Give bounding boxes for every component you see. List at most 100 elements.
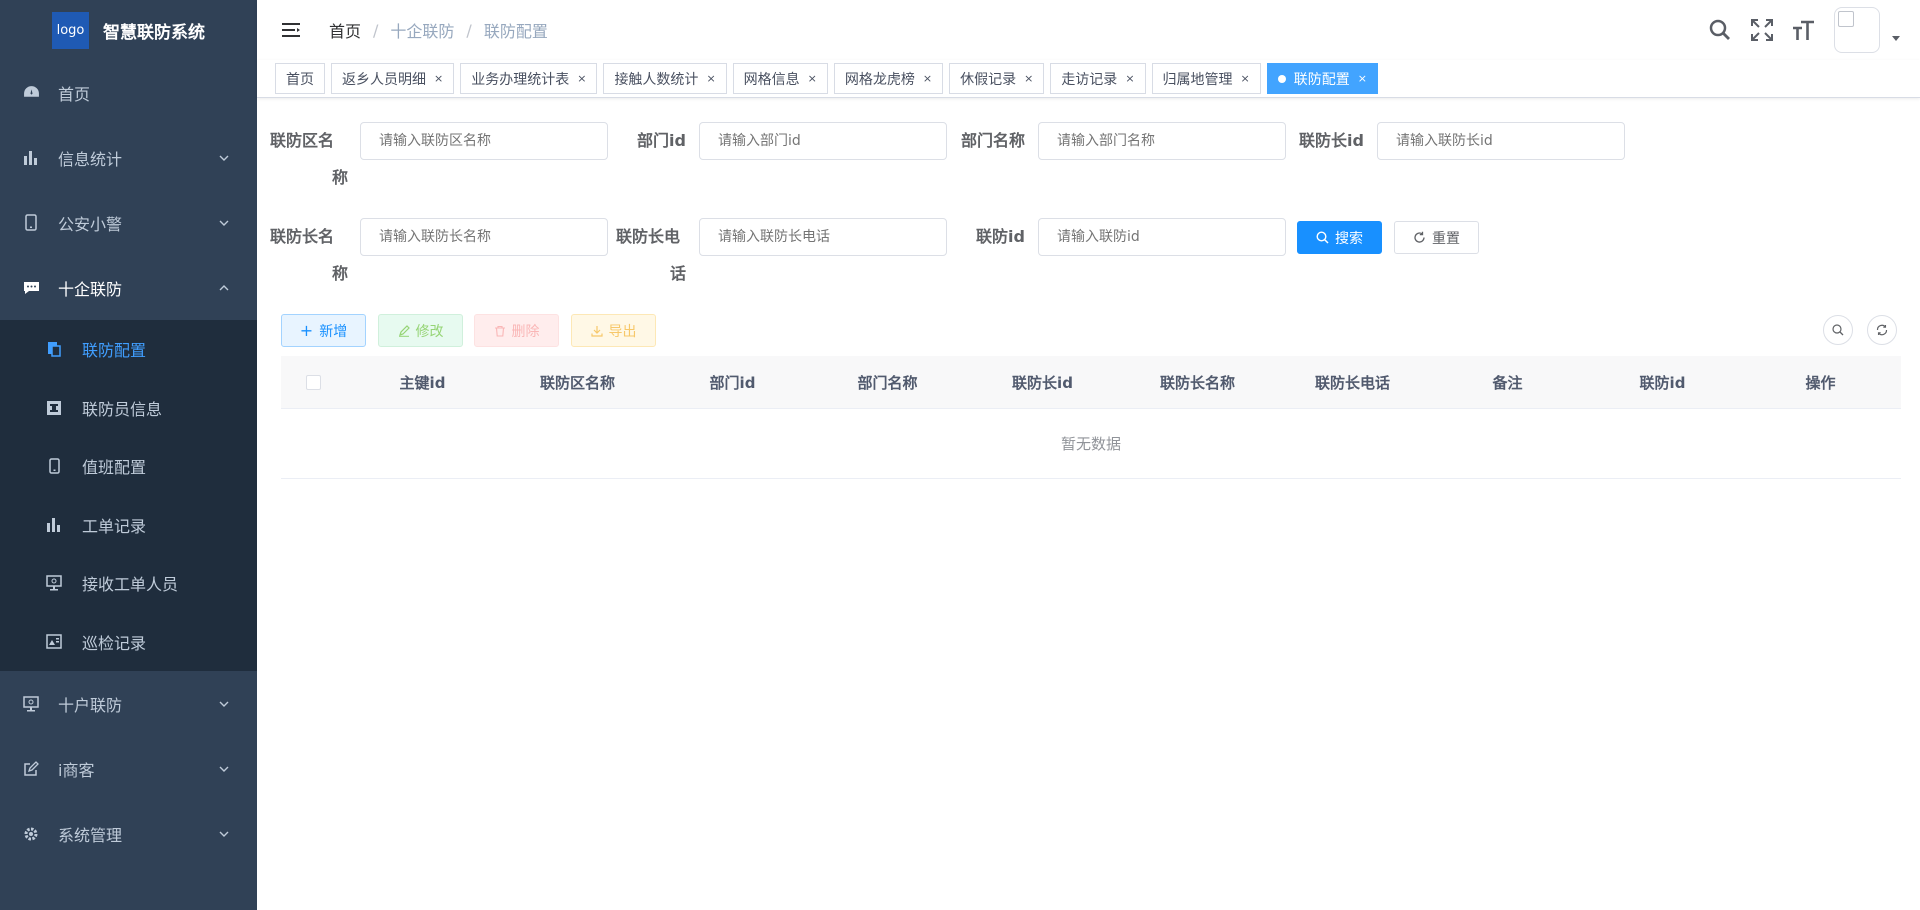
dept-name-input[interactable]: [1038, 122, 1286, 160]
image-icon: [46, 634, 62, 650]
tag-leave-records[interactable]: 休假记录 ×: [949, 63, 1045, 94]
dashboard-icon: [22, 84, 40, 102]
sidebar-item-label: 公安小警: [58, 214, 123, 234]
search-button[interactable]: 搜索: [1297, 221, 1382, 254]
button-label: 导出: [608, 323, 637, 340]
close-icon[interactable]: ×: [577, 72, 586, 85]
submenu-item-label: 值班配置: [82, 458, 147, 478]
sidebar-item-system[interactable]: 系统管理: [0, 801, 257, 866]
column-header[interactable]: 操作: [1740, 372, 1901, 393]
submenu-item-work-orders[interactable]: 工单记录: [0, 496, 257, 555]
leader-id-input[interactable]: [1377, 122, 1625, 160]
tag-location-mgmt[interactable]: 归属地管理 ×: [1151, 63, 1261, 94]
leader-phone-input[interactable]: [699, 218, 947, 256]
column-header[interactable]: 联防长id: [965, 372, 1120, 393]
close-icon[interactable]: ×: [1241, 72, 1250, 85]
tag-contact-stats[interactable]: 接触人数统计 ×: [603, 63, 727, 94]
submenu-item-inspections[interactable]: 巡检记录: [0, 613, 257, 672]
column-header[interactable]: 备注: [1430, 372, 1585, 393]
delete-button[interactable]: 删除: [474, 314, 559, 347]
tag-home[interactable]: 首页: [275, 63, 325, 94]
tags-view: 首页 返乡人员明细 × 业务办理统计表 × 接触人数统计 × 网格信息 × 网格龙虎榜 ×…: [257, 60, 1920, 98]
column-header[interactable]: 联防id: [1585, 372, 1740, 393]
close-icon[interactable]: ×: [808, 72, 817, 85]
close-icon[interactable]: ×: [923, 72, 932, 85]
reset-button[interactable]: 重置: [1394, 221, 1479, 254]
tag-label: 业务办理统计表: [471, 71, 570, 88]
avatar[interactable]: [1834, 7, 1880, 53]
tag-label: 首页: [286, 71, 314, 88]
caret-down-icon[interactable]: [1890, 32, 1902, 44]
submenu-item-label: 联防员信息: [82, 399, 163, 419]
chevron-down-icon: [219, 155, 229, 161]
button-label: 修改: [415, 323, 444, 340]
sidebar-item-home[interactable]: 首页: [0, 60, 257, 125]
gear-icon: [22, 825, 40, 843]
leader-phone-label: 联防长电 话: [616, 218, 686, 292]
toggle-search-button[interactable]: [1823, 315, 1853, 345]
tag-label: 归属地管理: [1162, 71, 1233, 88]
tag-business-stats[interactable]: 业务办理统计表 ×: [460, 63, 598, 94]
dept-id-label: 部门id: [637, 131, 686, 150]
close-icon[interactable]: ×: [1358, 72, 1367, 85]
navbar-right-menu: [1708, 0, 1902, 60]
chevron-up-icon: [219, 284, 229, 290]
submenu-item-order-receivers[interactable]: 接收工单人员: [0, 554, 257, 613]
refresh-icon: [1876, 324, 1888, 336]
column-header[interactable]: 部门名称: [810, 372, 965, 393]
data-table: 主键id 联防区名称 部门id 部门名称 联防长id 联防长名称 联防长电话 备…: [281, 356, 1901, 479]
export-button[interactable]: 导出: [571, 314, 656, 347]
submenu-item-defender-info[interactable]: 联防员信息: [0, 379, 257, 438]
close-icon[interactable]: ×: [1125, 72, 1134, 85]
sidebar-logo[interactable]: logo 智慧联防系统: [0, 0, 257, 60]
tag-grid-info[interactable]: 网格信息 ×: [732, 63, 828, 94]
refresh-table-button[interactable]: [1867, 315, 1897, 345]
submenu-item-label: 联防配置: [82, 341, 147, 361]
column-header[interactable]: 部门id: [655, 372, 810, 393]
search-icon[interactable]: [1708, 18, 1732, 42]
tag-label: 走访记录: [1061, 71, 1118, 88]
font-size-icon[interactable]: [1792, 18, 1816, 42]
hamburger-icon[interactable]: [277, 15, 307, 45]
column-header[interactable]: 联防长电话: [1275, 372, 1430, 393]
label-line: 话: [669, 264, 686, 283]
sidebar-item-police[interactable]: 公安小警: [0, 190, 257, 255]
leader-name-input[interactable]: [360, 218, 608, 256]
docs-icon: [46, 341, 62, 357]
breadcrumb-home[interactable]: 首页: [329, 18, 361, 42]
navbar: 首页 / 十企联防 / 联防配置: [257, 0, 1920, 60]
breadcrumb: 首页 / 十企联防 / 联防配置: [329, 18, 548, 42]
tag-visit-records[interactable]: 走访记录 ×: [1050, 63, 1146, 94]
tag-returnees[interactable]: 返乡人员明细 ×: [331, 63, 455, 94]
fullscreen-icon[interactable]: [1750, 18, 1774, 42]
defense-id-input[interactable]: [1038, 218, 1286, 256]
area-name-input[interactable]: [360, 122, 608, 160]
leader-name-label: 联防长名 称: [270, 218, 348, 292]
tag-defense-config[interactable]: 联防配置 ×: [1266, 63, 1378, 94]
select-all-checkbox[interactable]: [305, 374, 321, 390]
submenu-item-duty-config[interactable]: 值班配置: [0, 437, 257, 496]
chart-icon: [46, 517, 62, 533]
download-icon: [590, 325, 603, 337]
sidebar-item-label: 首页: [58, 84, 91, 104]
column-header[interactable]: 主键id: [345, 372, 500, 393]
column-header[interactable]: 联防长名称: [1120, 372, 1275, 393]
add-button[interactable]: + 新增: [281, 314, 366, 347]
area-name-label: 联防区名 称: [270, 122, 348, 196]
sidebar-item-household-defense[interactable]: 十户联防: [0, 671, 257, 736]
edit-button[interactable]: 修改: [378, 314, 463, 347]
sidebar-item-i-merchant[interactable]: i商客: [0, 736, 257, 801]
close-icon[interactable]: ×: [706, 72, 715, 85]
submenu-item-defense-config[interactable]: 联防配置: [0, 320, 257, 379]
label-line: 联防长名: [270, 227, 335, 246]
id-icon: [46, 400, 62, 416]
sidebar-item-enterprise-defense[interactable]: 十企联防: [0, 255, 257, 320]
monitor-icon: [22, 695, 40, 713]
leader-id-label: 联防长id: [1299, 131, 1364, 150]
column-header[interactable]: 联防区名称: [500, 372, 655, 393]
dept-id-input[interactable]: [699, 122, 947, 160]
close-icon[interactable]: ×: [434, 72, 443, 85]
close-icon[interactable]: ×: [1024, 72, 1033, 85]
sidebar-item-statistics[interactable]: 信息统计: [0, 125, 257, 190]
tag-grid-ranking[interactable]: 网格龙虎榜 ×: [833, 63, 944, 94]
